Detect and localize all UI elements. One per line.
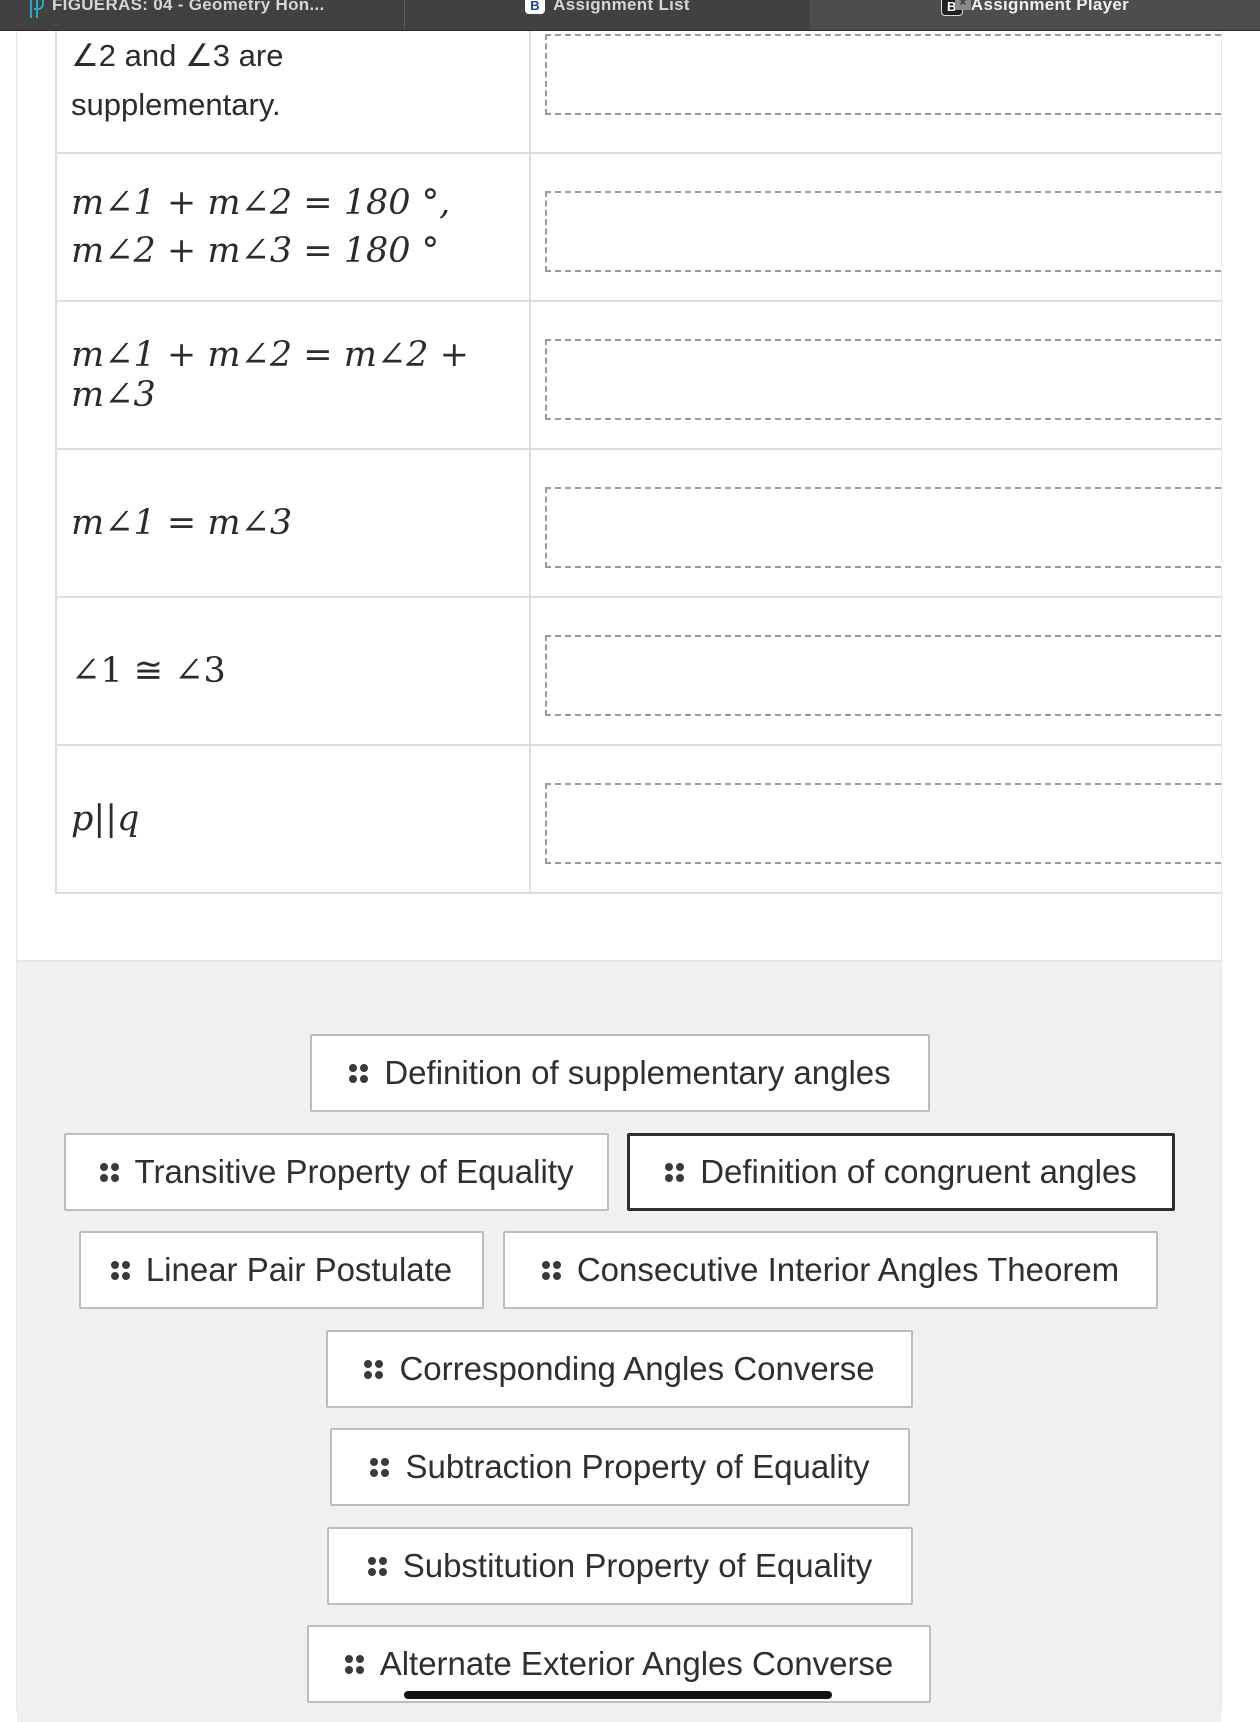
statement-cell: m∠1 + m∠2 = 180 °, m∠2 + m∠3 = 180 °: [57, 154, 531, 300]
chip-label: Definition of congruent angles: [700, 1153, 1137, 1190]
close-icon[interactable]: ×: [955, 0, 971, 10]
drag-handle-icon: [541, 1260, 561, 1280]
chip-label: Subtraction Property of Equality: [405, 1448, 870, 1485]
tab-label: Assignment Player: [970, 0, 1130, 14]
reason-cell: [531, 302, 1221, 448]
statement-cell: ∠1 ≅ ∠3: [57, 598, 531, 744]
reason-dropzone[interactable]: [545, 34, 1221, 115]
browser-tab-bar: FIGUERAS: 04 - Geometry Hon... B Assignm…: [0, 0, 1260, 31]
tab-label: FIGUERAS: 04 - Geometry Hon...: [52, 0, 325, 14]
drag-handle-icon: [110, 1260, 130, 1280]
drag-handle-icon: [665, 1162, 685, 1182]
draggable-reason-chip-selected[interactable]: Definition of congruent angles: [627, 1133, 1175, 1211]
chip-label: Corresponding Angles Converse: [399, 1350, 875, 1387]
chip-label: Substitution Property of Equality: [402, 1547, 873, 1584]
tab-geometry-course[interactable]: FIGUERAS: 04 - Geometry Hon...: [0, 0, 405, 30]
two-column-proof-table: ∠2 and ∠3 are supplementary. m∠1 + m∠2 =…: [55, 31, 1221, 894]
statement-line: m∠1 + m∠2 = 180 °,: [71, 183, 451, 223]
drag-handle-icon: [370, 1457, 390, 1477]
reason-cell: [531, 746, 1221, 892]
tab-assignment-player[interactable]: × B Assignment Player: [810, 0, 1260, 30]
statement-cell: ∠2 and ∠3 are supplementary.: [57, 31, 531, 152]
powerschool-logo-icon: [28, 0, 44, 18]
proof-row: m∠1 + m∠2 = m∠2 + m∠3: [55, 302, 1221, 450]
tab-assignment-list[interactable]: B Assignment List: [405, 0, 810, 30]
statement-text: p||q: [71, 799, 140, 839]
tab-label: Assignment List: [553, 0, 690, 14]
reason-dropzone[interactable]: [545, 635, 1221, 716]
proof-row: m∠1 = m∠3: [55, 450, 1221, 598]
reason-answer-bank: Definition of supplementary angles Trans…: [17, 960, 1221, 1722]
proof-row: p||q: [55, 746, 1221, 894]
statement-cell: m∠1 + m∠2 = m∠2 + m∠3: [57, 302, 531, 448]
reason-cell: [531, 598, 1221, 744]
statement-text: m∠1 = m∠3: [71, 503, 293, 543]
drag-handle-icon: [364, 1359, 384, 1379]
statement-line: supplementary.: [71, 87, 281, 122]
draggable-reason-chip[interactable]: Linear Pair Postulate: [79, 1231, 484, 1309]
statement-text: m∠1 + m∠2 = m∠2 + m∠3: [71, 335, 469, 415]
assignment-panel: ∠2 and ∠3 are supplementary. m∠1 + m∠2 =…: [16, 31, 1222, 1722]
proof-row: m∠1 + m∠2 = 180 °, m∠2 + m∠3 = 180 °: [55, 154, 1221, 302]
home-indicator-bar: [404, 1691, 832, 1699]
proof-row: ∠1 ≅ ∠3: [55, 598, 1221, 746]
reason-cell: [531, 31, 1221, 152]
drag-handle-icon: [349, 1063, 369, 1083]
draggable-reason-chip[interactable]: Consecutive Interior Angles Theorem: [503, 1231, 1158, 1309]
draggable-reason-chip[interactable]: Definition of supplementary angles: [310, 1034, 930, 1112]
proof-row: ∠2 and ∠3 are supplementary.: [55, 31, 1221, 154]
draggable-reason-chip[interactable]: Corresponding Angles Converse: [326, 1330, 913, 1408]
reason-dropzone[interactable]: [545, 339, 1221, 420]
drag-handle-icon: [344, 1654, 364, 1674]
chip-label: Definition of supplementary angles: [384, 1054, 891, 1091]
reason-dropzone[interactable]: [545, 783, 1221, 864]
statement-text: ∠1 ≅ ∠3: [71, 651, 226, 691]
b-badge-icon: B: [525, 0, 546, 14]
chip-label: Linear Pair Postulate: [145, 1251, 453, 1288]
reason-dropzone[interactable]: [545, 487, 1221, 568]
draggable-reason-chip[interactable]: Transitive Property of Equality: [64, 1133, 609, 1211]
chip-label: Consecutive Interior Angles Theorem: [576, 1251, 1120, 1288]
reason-cell: [531, 450, 1221, 596]
reason-cell: [531, 154, 1221, 300]
draggable-reason-chip[interactable]: Substitution Property of Equality: [327, 1527, 913, 1605]
reason-dropzone[interactable]: [545, 191, 1221, 272]
draggable-reason-chip[interactable]: Subtraction Property of Equality: [330, 1428, 910, 1506]
statement-cell: m∠1 = m∠3: [57, 450, 531, 596]
chip-label: Transitive Property of Equality: [134, 1153, 574, 1190]
drag-handle-icon: [99, 1162, 119, 1182]
statement-line: ∠2 and ∠3 are: [71, 38, 284, 73]
drag-handle-icon: [367, 1556, 387, 1576]
statement-line: m∠2 + m∠3 = 180 °: [71, 231, 440, 271]
statement-cell: p||q: [57, 746, 531, 892]
chip-label: Alternate Exterior Angles Converse: [379, 1645, 894, 1682]
